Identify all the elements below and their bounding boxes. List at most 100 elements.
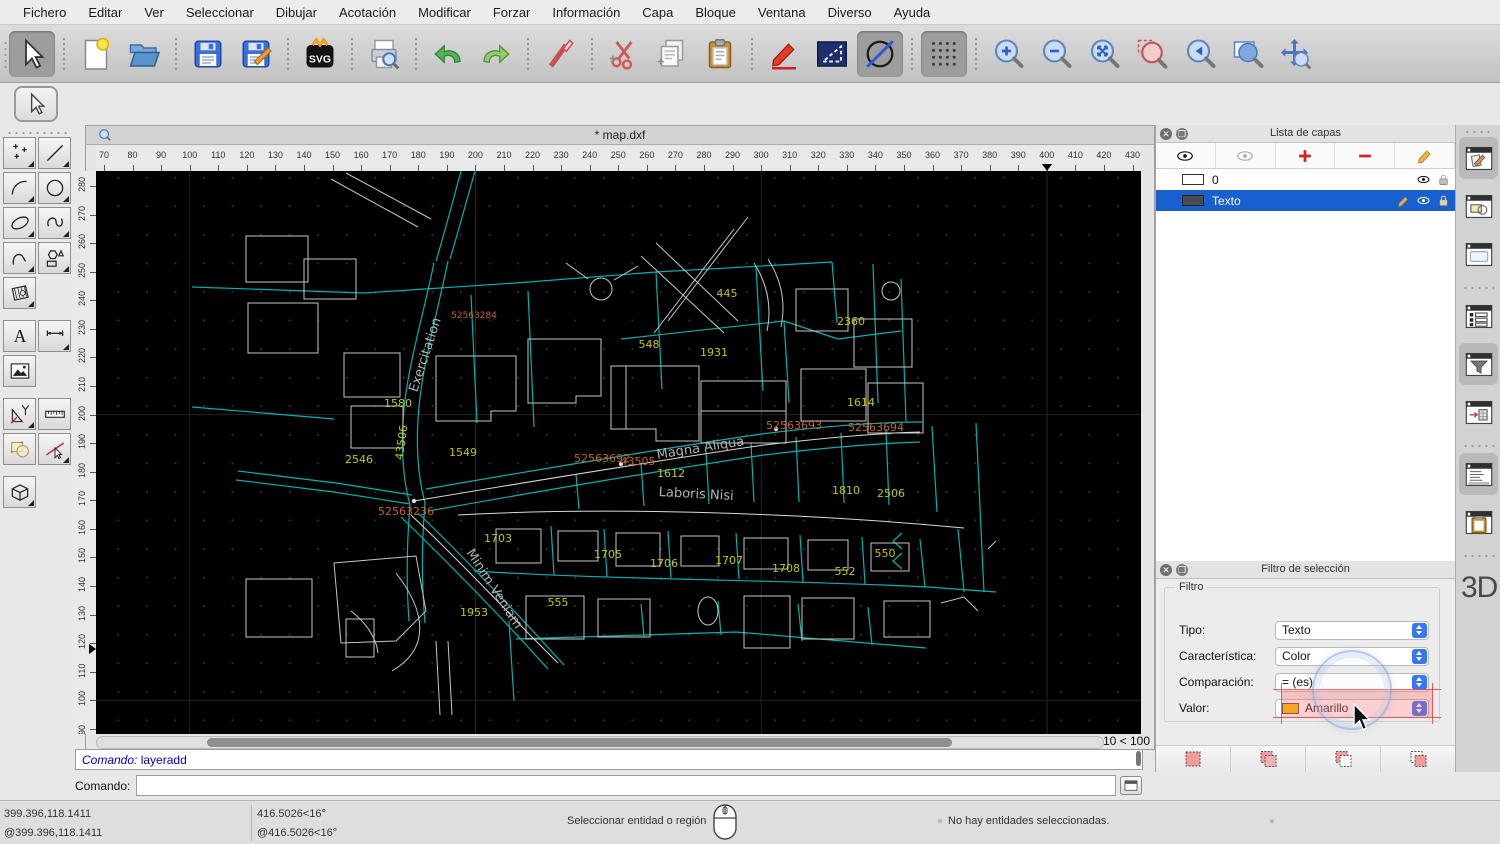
redo-button[interactable] (473, 31, 519, 77)
show-all-eye-button[interactable] (1156, 143, 1216, 168)
svg-export-button[interactable]: SVG (297, 31, 343, 77)
tool-ellipse-button[interactable] (3, 207, 36, 239)
dropdown-stepper-icon[interactable] (1412, 649, 1427, 664)
filter-field-dropdown[interactable]: Texto (1275, 621, 1429, 640)
open-button[interactable] (121, 31, 167, 77)
layer-edit-pencil-icon[interactable] (1396, 193, 1411, 208)
tool-trim-button[interactable] (3, 433, 36, 465)
menu-diverso[interactable]: Diverso (817, 0, 883, 25)
layer-visibility-icon[interactable] (1416, 172, 1431, 187)
panel-walls-toggle-button[interactable] (1459, 391, 1498, 433)
copy-button[interactable] (649, 31, 695, 77)
menu-modificar[interactable]: Modificar (407, 0, 482, 25)
dim-box-button[interactable] (809, 31, 855, 77)
grid-button[interactable] (921, 31, 967, 77)
select-intersect-button[interactable] (1381, 746, 1456, 772)
cut-button[interactable] (601, 31, 647, 77)
panel-blank-toggle-button[interactable] (1459, 233, 1498, 275)
close-filter-button[interactable]: ✕ (1160, 564, 1172, 576)
layer-lock-icon[interactable] (1436, 172, 1451, 187)
zoom-previous-button[interactable] (1177, 31, 1223, 77)
drawing-canvas[interactable]: 4452360548193116141580254615491612181025… (96, 171, 1141, 734)
zoom-pan-button[interactable] (1273, 31, 1319, 77)
menu-seleccionar[interactable]: Seleccionar (175, 0, 265, 25)
paste-button[interactable] (697, 31, 743, 77)
zoom-out-button[interactable] (1033, 31, 1079, 77)
menu-editar[interactable]: Editar (77, 0, 133, 25)
tool-text-button[interactable]: A (3, 320, 36, 352)
palette-drag-handle[interactable] (6, 130, 70, 135)
detach-filter-button[interactable]: ❐ (1176, 564, 1188, 576)
layer-visibility-icon[interactable] (1416, 193, 1431, 208)
menu-acotacion[interactable]: Acotación (328, 0, 407, 25)
layer-row-texto[interactable]: Texto (1156, 190, 1455, 211)
panel-library-toggle-button[interactable] (1459, 185, 1498, 227)
select-add-button[interactable] (1231, 746, 1306, 772)
tool-image-button[interactable] (3, 355, 36, 387)
menu-capa[interactable]: Capa (631, 0, 684, 25)
panel-filter-toggle-button[interactable] (1459, 343, 1498, 385)
tool-hatch-button[interactable] (3, 277, 36, 309)
menu-ayuda[interactable]: Ayuda (883, 0, 942, 25)
tool-draft-tools-button[interactable] (3, 398, 36, 430)
hide-all-eye-button[interactable] (1216, 143, 1276, 168)
layer-color-swatch[interactable] (1182, 174, 1204, 185)
menu-ventana[interactable]: Ventana (747, 0, 817, 25)
panel-layers-toggle-button[interactable] (1459, 137, 1498, 179)
zoom-fit-button[interactable] (1081, 31, 1127, 77)
panel-list-toggle-button[interactable] (1459, 295, 1498, 337)
horizontal-scrollbar[interactable] (96, 736, 1104, 749)
print-preview-button[interactable] (361, 31, 407, 77)
dropdown-stepper-icon[interactable] (1412, 675, 1427, 690)
3d-mode-label[interactable]: 3D (1461, 571, 1497, 605)
menu-dibujar[interactable]: Dibujar (265, 0, 328, 25)
add-layer-button[interactable] (1276, 143, 1336, 168)
tool-polyline-button[interactable] (3, 242, 36, 274)
save-as-button[interactable] (233, 31, 279, 77)
select-remove-button[interactable] (1306, 746, 1381, 772)
strip-drag-handle[interactable] (1464, 129, 1494, 134)
tool-points-button[interactable] (3, 137, 36, 169)
command-history-scrollbar[interactable] (1136, 751, 1141, 766)
zoom-in-button[interactable] (985, 31, 1031, 77)
command-options-button[interactable] (1120, 776, 1142, 795)
tool-line-button[interactable] (38, 137, 71, 169)
menu-forzar[interactable]: Forzar (482, 0, 542, 25)
layer-lock-icon[interactable] (1436, 193, 1451, 208)
select-tool-button[interactable] (14, 86, 58, 122)
detach-panel-button[interactable]: ❐ (1176, 128, 1188, 140)
eraser-button[interactable] (537, 31, 583, 77)
layer-color-swatch[interactable] (1182, 195, 1204, 206)
tool-measure-button[interactable] (38, 398, 71, 430)
panel-command-toggle-button[interactable] (1459, 453, 1498, 495)
menu-fichero[interactable]: Fichero (12, 0, 77, 25)
tool-snap-button[interactable] (38, 433, 71, 465)
menu-bloque[interactable]: Bloque (684, 0, 746, 25)
command-input[interactable] (136, 775, 1116, 796)
zoom-selection-button[interactable] (1129, 31, 1175, 77)
layer-row-0[interactable]: 0 (1156, 169, 1455, 190)
tool-arc-button[interactable] (3, 172, 36, 204)
edit-layer-button[interactable] (1395, 143, 1455, 168)
toolbar-drag-handle[interactable] (2, 40, 8, 70)
tool-polygon-button[interactable] (38, 242, 71, 274)
draw-pencil-button[interactable] (761, 31, 807, 77)
remove-layer-button[interactable] (1335, 143, 1395, 168)
undo-button[interactable] (425, 31, 471, 77)
panel-clipboard-toggle-button[interactable] (1459, 501, 1498, 543)
tool-box-3d-button[interactable] (3, 476, 36, 508)
dropdown-stepper-icon[interactable] (1412, 623, 1427, 638)
scrollbar-thumb[interactable] (207, 738, 952, 747)
select-button[interactable] (9, 31, 55, 77)
menu-ver[interactable]: Ver (133, 0, 175, 25)
zoom-window-button[interactable] (1225, 31, 1271, 77)
window-zoom-icon[interactable] (98, 128, 112, 142)
new-button[interactable] (73, 31, 119, 77)
tool-dimension-button[interactable] (38, 320, 71, 352)
tool-spline-button[interactable] (38, 207, 71, 239)
tool-circle-button[interactable] (38, 172, 71, 204)
select-replace-button[interactable] (1156, 746, 1231, 772)
menu-informacion[interactable]: Información (541, 0, 631, 25)
save-button[interactable] (185, 31, 231, 77)
circle-slash-button[interactable] (857, 31, 903, 77)
